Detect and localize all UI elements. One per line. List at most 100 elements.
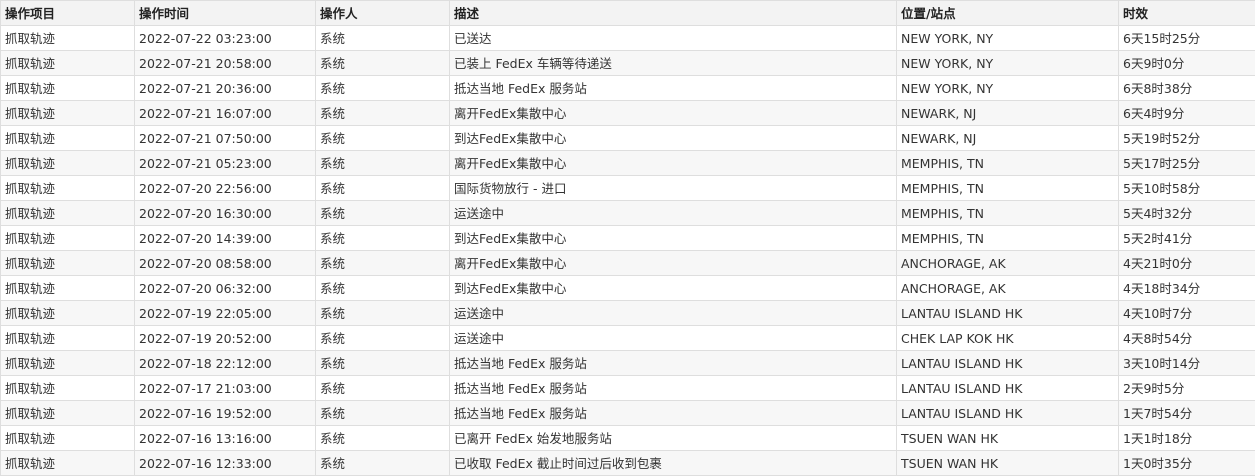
cell-operation-time: 2022-07-20 22:56:00 xyxy=(135,176,316,201)
cell-description: 运送途中 xyxy=(450,301,897,326)
cell-elapsed: 5天10时58分 xyxy=(1119,176,1255,201)
cell-operation-item: 抓取轨迹 xyxy=(1,201,135,226)
table-row: 抓取轨迹2022-07-21 20:58:00系统已装上 FedEx 车辆等待递… xyxy=(1,51,1255,76)
cell-location: LANTAU ISLAND HK xyxy=(897,301,1119,326)
cell-operation-time: 2022-07-21 16:07:00 xyxy=(135,101,316,126)
cell-elapsed: 4天10时7分 xyxy=(1119,301,1255,326)
cell-operation-item: 抓取轨迹 xyxy=(1,226,135,251)
cell-elapsed: 6天15时25分 xyxy=(1119,26,1255,51)
cell-description: 到达FedEx集散中心 xyxy=(450,126,897,151)
cell-operator: 系统 xyxy=(316,276,450,301)
cell-elapsed: 4天8时54分 xyxy=(1119,326,1255,351)
cell-elapsed: 5天17时25分 xyxy=(1119,151,1255,176)
table-row: 抓取轨迹2022-07-16 13:16:00系统已离开 FedEx 始发地服务… xyxy=(1,426,1255,451)
table-row: 抓取轨迹2022-07-19 22:05:00系统运送途中LANTAU ISLA… xyxy=(1,301,1255,326)
cell-operation-time: 2022-07-20 16:30:00 xyxy=(135,201,316,226)
cell-operation-item: 抓取轨迹 xyxy=(1,51,135,76)
cell-description: 离开FedEx集散中心 xyxy=(450,151,897,176)
cell-location: ANCHORAGE, AK xyxy=(897,251,1119,276)
cell-operation-time: 2022-07-21 20:58:00 xyxy=(135,51,316,76)
cell-operator: 系统 xyxy=(316,51,450,76)
table-row: 抓取轨迹2022-07-16 19:52:00系统抵达当地 FedEx 服务站L… xyxy=(1,401,1255,426)
cell-location: MEMPHIS, TN xyxy=(897,151,1119,176)
cell-description: 抵达当地 FedEx 服务站 xyxy=(450,376,897,401)
cell-operation-item: 抓取轨迹 xyxy=(1,276,135,301)
cell-elapsed: 4天18时34分 xyxy=(1119,276,1255,301)
tracking-table: 操作项目 操作时间 操作人 描述 位置/站点 时效 抓取轨迹2022-07-22… xyxy=(0,0,1255,476)
cell-elapsed: 4天21时0分 xyxy=(1119,251,1255,276)
cell-elapsed: 1天0时35分 xyxy=(1119,451,1255,476)
header-elapsed: 时效 xyxy=(1119,1,1255,26)
cell-elapsed: 6天9时0分 xyxy=(1119,51,1255,76)
cell-location: LANTAU ISLAND HK xyxy=(897,351,1119,376)
table-header: 操作项目 操作时间 操作人 描述 位置/站点 时效 xyxy=(1,1,1255,26)
cell-elapsed: 5天4时32分 xyxy=(1119,201,1255,226)
cell-elapsed: 5天2时41分 xyxy=(1119,226,1255,251)
cell-operator: 系统 xyxy=(316,101,450,126)
cell-description: 已送达 xyxy=(450,26,897,51)
cell-operation-time: 2022-07-20 08:58:00 xyxy=(135,251,316,276)
table-row: 抓取轨迹2022-07-20 16:30:00系统运送途中MEMPHIS, TN… xyxy=(1,201,1255,226)
cell-description: 已装上 FedEx 车辆等待递送 xyxy=(450,51,897,76)
cell-operator: 系统 xyxy=(316,201,450,226)
header-description: 描述 xyxy=(450,1,897,26)
cell-operator: 系统 xyxy=(316,251,450,276)
cell-operator: 系统 xyxy=(316,351,450,376)
cell-description: 已收取 FedEx 截止时间过后收到包裹 xyxy=(450,451,897,476)
cell-operator: 系统 xyxy=(316,326,450,351)
cell-operation-item: 抓取轨迹 xyxy=(1,426,135,451)
cell-operation-item: 抓取轨迹 xyxy=(1,301,135,326)
cell-operation-time: 2022-07-19 20:52:00 xyxy=(135,326,316,351)
cell-operation-time: 2022-07-16 13:16:00 xyxy=(135,426,316,451)
cell-operation-item: 抓取轨迹 xyxy=(1,451,135,476)
cell-operator: 系统 xyxy=(316,226,450,251)
header-operation-time: 操作时间 xyxy=(135,1,316,26)
cell-operation-item: 抓取轨迹 xyxy=(1,126,135,151)
cell-operation-time: 2022-07-21 07:50:00 xyxy=(135,126,316,151)
cell-operation-item: 抓取轨迹 xyxy=(1,351,135,376)
cell-operator: 系统 xyxy=(316,126,450,151)
table-row: 抓取轨迹2022-07-19 20:52:00系统运送途中CHEK LAP KO… xyxy=(1,326,1255,351)
table-row: 抓取轨迹2022-07-16 12:33:00系统已收取 FedEx 截止时间过… xyxy=(1,451,1255,476)
cell-operation-time: 2022-07-16 19:52:00 xyxy=(135,401,316,426)
cell-description: 运送途中 xyxy=(450,326,897,351)
cell-operation-time: 2022-07-20 06:32:00 xyxy=(135,276,316,301)
table-row: 抓取轨迹2022-07-21 20:36:00系统抵达当地 FedEx 服务站N… xyxy=(1,76,1255,101)
cell-location: MEMPHIS, TN xyxy=(897,226,1119,251)
table-row: 抓取轨迹2022-07-21 16:07:00系统离开FedEx集散中心NEWA… xyxy=(1,101,1255,126)
table-row: 抓取轨迹2022-07-20 08:58:00系统离开FedEx集散中心ANCH… xyxy=(1,251,1255,276)
cell-location: CHEK LAP KOK HK xyxy=(897,326,1119,351)
cell-location: MEMPHIS, TN xyxy=(897,201,1119,226)
cell-location: NEW YORK, NY xyxy=(897,51,1119,76)
header-row: 操作项目 操作时间 操作人 描述 位置/站点 时效 xyxy=(1,1,1255,26)
table-row: 抓取轨迹2022-07-22 03:23:00系统已送达NEW YORK, NY… xyxy=(1,26,1255,51)
cell-elapsed: 2天9时5分 xyxy=(1119,376,1255,401)
cell-operation-time: 2022-07-21 20:36:00 xyxy=(135,76,316,101)
cell-operator: 系统 xyxy=(316,401,450,426)
cell-operator: 系统 xyxy=(316,26,450,51)
cell-operator: 系统 xyxy=(316,426,450,451)
table-row: 抓取轨迹2022-07-17 21:03:00系统抵达当地 FedEx 服务站L… xyxy=(1,376,1255,401)
cell-location: TSUEN WAN HK xyxy=(897,451,1119,476)
cell-operator: 系统 xyxy=(316,451,450,476)
cell-operator: 系统 xyxy=(316,76,450,101)
cell-operation-item: 抓取轨迹 xyxy=(1,376,135,401)
cell-location: ANCHORAGE, AK xyxy=(897,276,1119,301)
cell-operator: 系统 xyxy=(316,176,450,201)
cell-elapsed: 3天10时14分 xyxy=(1119,351,1255,376)
cell-location: TSUEN WAN HK xyxy=(897,426,1119,451)
cell-operation-time: 2022-07-17 21:03:00 xyxy=(135,376,316,401)
cell-description: 国际货物放行 - 进口 xyxy=(450,176,897,201)
cell-location: NEW YORK, NY xyxy=(897,26,1119,51)
cell-description: 到达FedEx集散中心 xyxy=(450,226,897,251)
table-row: 抓取轨迹2022-07-20 22:56:00系统国际货物放行 - 进口MEMP… xyxy=(1,176,1255,201)
cell-elapsed: 5天19时52分 xyxy=(1119,126,1255,151)
cell-description: 运送途中 xyxy=(450,201,897,226)
cell-operation-time: 2022-07-16 12:33:00 xyxy=(135,451,316,476)
cell-operation-time: 2022-07-20 14:39:00 xyxy=(135,226,316,251)
cell-location: NEWARK, NJ xyxy=(897,101,1119,126)
cell-operation-item: 抓取轨迹 xyxy=(1,76,135,101)
header-operation-item: 操作项目 xyxy=(1,1,135,26)
cell-operator: 系统 xyxy=(316,301,450,326)
cell-description: 到达FedEx集散中心 xyxy=(450,276,897,301)
